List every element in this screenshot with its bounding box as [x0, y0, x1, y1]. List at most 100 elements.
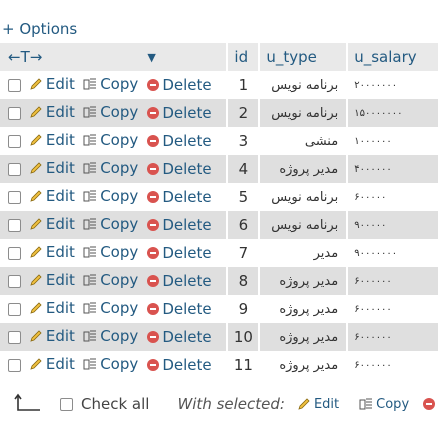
delete-button[interactable]: Delete: [147, 160, 212, 178]
copy-icon: [83, 106, 97, 118]
copy-button[interactable]: Copy: [83, 75, 138, 93]
edit-cell: Edit: [28, 211, 84, 239]
delete-cell: Delete: [147, 323, 228, 351]
delete-button[interactable]: Delete: [147, 328, 212, 346]
table-row: Edit Copy Delete 6 برنامه نویس ۹۰۰۰۰۰: [0, 211, 438, 239]
delete-button[interactable]: Delete: [147, 76, 212, 94]
row-checkbox[interactable]: [7, 247, 21, 260]
delete-button[interactable]: Delete: [147, 356, 212, 374]
pencil-icon: [30, 330, 42, 342]
edit-label: Edit: [45, 243, 75, 261]
row-checkbox[interactable]: [7, 219, 21, 232]
edit-button[interactable]: Edit: [29, 327, 75, 345]
row-checkbox[interactable]: [7, 191, 21, 204]
copy-button[interactable]: Copy: [83, 299, 138, 317]
cell-u-type: مدیر پروژه: [258, 155, 348, 183]
column-header-id[interactable]: id: [226, 43, 260, 71]
bulk-copy-button[interactable]: Copy: [359, 397, 409, 412]
copy-button[interactable]: Copy: [83, 131, 138, 149]
sort-dropdown-icon[interactable]: ▼: [147, 43, 228, 71]
edit-button[interactable]: Edit: [29, 215, 75, 233]
copy-icon: [83, 358, 97, 370]
copy-button[interactable]: Copy: [83, 215, 138, 233]
edit-cell: Edit: [28, 239, 84, 267]
row-checkbox[interactable]: [7, 107, 21, 120]
copy-icon: [83, 218, 97, 230]
copy-button[interactable]: Copy: [83, 243, 138, 261]
check-all-label[interactable]: Check all: [81, 395, 149, 413]
delete-cell: Delete: [147, 183, 228, 211]
results-table: ←T→ ▼ id u_type u_salary Edit Copy Delet…: [0, 43, 438, 379]
check-all-checkbox[interactable]: [60, 397, 73, 411]
row-checkbox[interactable]: [7, 359, 21, 372]
copy-button[interactable]: Copy: [83, 187, 138, 205]
row-checkbox[interactable]: [7, 331, 21, 344]
delete-icon: [147, 246, 160, 259]
edit-label: Edit: [45, 103, 75, 121]
cell-u-type: مدیر پروژه: [258, 351, 348, 379]
delete-button[interactable]: Delete: [147, 300, 212, 318]
options-toggle[interactable]: + Options: [2, 20, 77, 38]
row-checkbox[interactable]: [7, 163, 21, 176]
delete-label: Delete: [162, 215, 212, 234]
table-row: Edit Copy Delete 4 مدیر پروژه ۴۰۰۰۰۰۰: [0, 155, 438, 183]
row-checkbox[interactable]: [7, 79, 21, 92]
row-checkbox[interactable]: [7, 275, 21, 288]
copy-cell: Copy: [83, 267, 148, 295]
delete-button[interactable]: Delete: [147, 215, 212, 234]
delete-button[interactable]: Delete: [147, 188, 212, 206]
copy-label: Copy: [100, 159, 139, 177]
edit-button[interactable]: Edit: [29, 159, 75, 177]
copy-icon: [83, 302, 97, 314]
table-row: Edit Copy Delete 1 برنامه نویس ۲۰۰۰۰۰۰۰: [0, 71, 438, 99]
copy-icon: [83, 78, 97, 90]
delete-button[interactable]: Delete: [147, 103, 212, 122]
copy-button[interactable]: Copy: [83, 355, 138, 373]
edit-label: Edit: [45, 75, 75, 93]
copy-cell: Copy: [83, 323, 148, 351]
row-checkbox[interactable]: [7, 303, 21, 316]
cell-id: 5: [226, 183, 260, 211]
pencil-icon: [30, 190, 42, 202]
copy-button[interactable]: Copy: [83, 327, 138, 345]
pencil-icon: [30, 78, 42, 90]
delete-icon: [147, 358, 160, 371]
cell-id: 2: [226, 99, 260, 127]
delete-cell: Delete: [147, 155, 228, 183]
with-selected-label: With selected:: [177, 395, 285, 413]
delete-icon: [147, 218, 160, 231]
edit-button[interactable]: Edit: [29, 355, 75, 373]
edit-button[interactable]: Edit: [29, 243, 75, 261]
edit-button[interactable]: Edit: [29, 131, 75, 149]
edit-button[interactable]: Edit: [29, 75, 75, 93]
edit-button[interactable]: Edit: [29, 103, 75, 121]
copy-button[interactable]: Copy: [83, 103, 138, 121]
cell-u-salary: ۹۰۰۰۰۰۰۰: [346, 239, 438, 267]
edit-button[interactable]: Edit: [29, 299, 75, 317]
edit-label: Edit: [45, 299, 75, 317]
column-arrows[interactable]: ←T→: [0, 43, 148, 71]
table-row: Edit Copy Delete 9 مدیر پروژه ۶۰۰۰۰۰۰: [0, 295, 438, 323]
bulk-delete-icon[interactable]: [423, 398, 436, 410]
cell-u-type: برنامه نویس: [258, 99, 348, 127]
row-checkbox-cell: [0, 155, 29, 183]
copy-button[interactable]: Copy: [83, 159, 138, 177]
row-checkbox[interactable]: [7, 135, 21, 148]
row-checkbox-cell: [0, 183, 29, 211]
pencil-icon: [30, 302, 42, 314]
column-header-u-type[interactable]: u_type: [258, 43, 348, 71]
cell-u-type: برنامه نویس: [258, 183, 348, 211]
bulk-edit-button[interactable]: Edit: [297, 397, 339, 412]
delete-button[interactable]: Delete: [147, 132, 212, 150]
cell-id: 11: [226, 351, 260, 379]
copy-button[interactable]: Copy: [83, 271, 138, 289]
delete-button[interactable]: Delete: [147, 272, 212, 290]
edit-button[interactable]: Edit: [29, 187, 75, 205]
copy-cell: Copy: [83, 155, 148, 183]
row-checkbox-cell: [0, 99, 29, 127]
column-header-u-salary[interactable]: u_salary: [346, 43, 438, 71]
delete-button[interactable]: Delete: [147, 244, 212, 262]
row-checkbox-cell: [0, 71, 29, 99]
delete-label: Delete: [162, 103, 212, 122]
edit-button[interactable]: Edit: [29, 271, 75, 289]
